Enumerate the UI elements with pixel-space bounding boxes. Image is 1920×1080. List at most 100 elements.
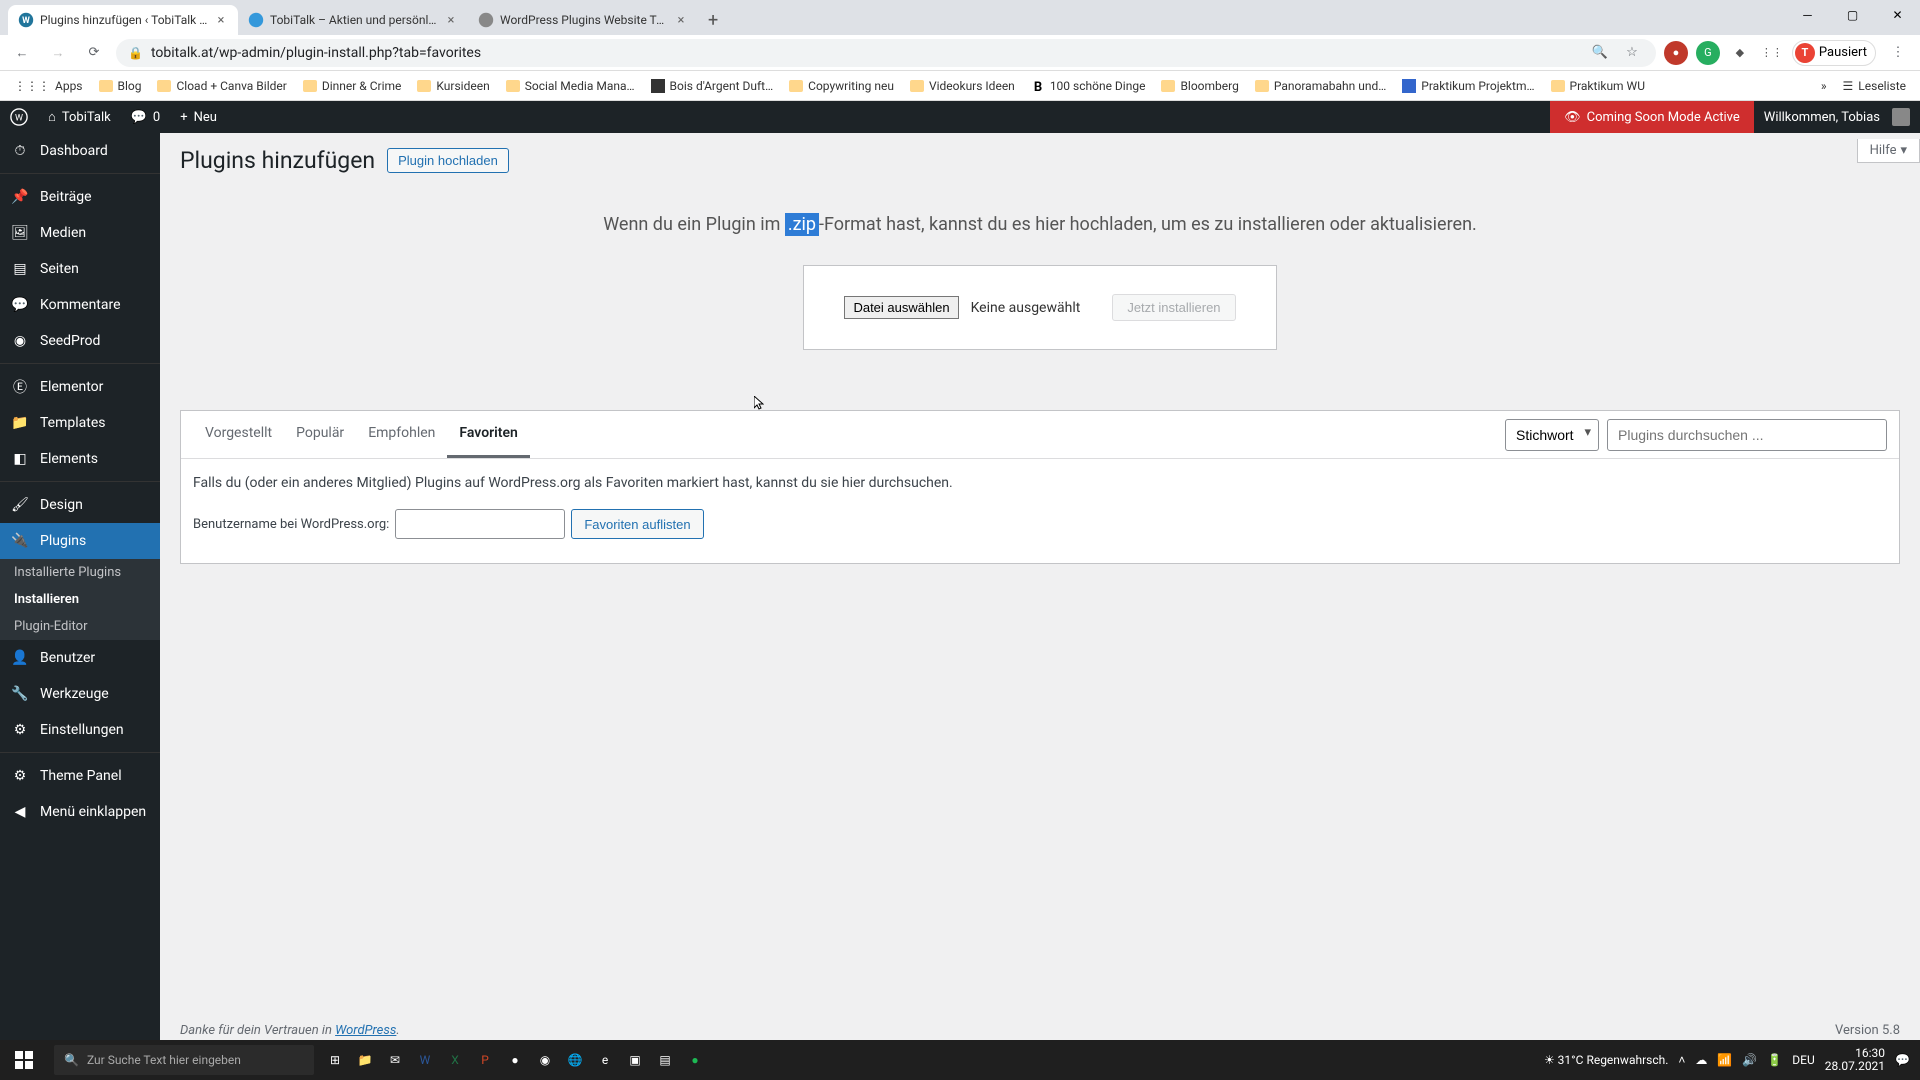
site-link[interactable]: ⌂TobiTalk [38,101,121,133]
address-bar[interactable]: 🔒 tobitalk.at/wp-admin/plugin-install.ph… [116,39,1656,67]
sidebar-item-users[interactable]: 👤Benutzer [0,640,160,676]
sidebar-item-elements[interactable]: ◧Elements [0,441,160,477]
sidebar-sub-installed[interactable]: Installierte Plugins [0,559,160,586]
sidebar-collapse-button[interactable]: ◀Menü einklappen [0,794,160,830]
menu-button[interactable]: ⋮ [1884,39,1912,67]
install-now-button[interactable]: Jetzt installieren [1112,294,1235,321]
new-tab-button[interactable]: + [698,6,728,35]
reading-list-button[interactable]: ☰Leseliste [1837,75,1912,97]
sidebar-item-plugins[interactable]: 🔌Plugins [0,523,160,559]
help-tab[interactable]: Hilfe▾ [1857,139,1920,163]
wordpress-link[interactable]: WordPress [335,1023,396,1038]
maximize-button[interactable]: ▢ [1830,0,1875,30]
sidebar-item-theme-panel[interactable]: ⚙Theme Panel [0,758,160,794]
bookmark-overflow[interactable]: » [1815,75,1833,97]
sidebar-item-posts[interactable]: 📌Beiträge [0,179,160,215]
choose-file-button[interactable]: Datei auswählen [844,296,958,319]
explorer-icon[interactable]: 📁 [350,1045,380,1075]
sidebar-item-dashboard[interactable]: ⏱Dashboard [0,133,160,169]
battery-icon[interactable]: 🔋 [1767,1053,1782,1067]
forward-button[interactable]: → [44,39,72,67]
extension-icon[interactable]: ◆ [1728,41,1752,65]
back-button[interactable]: ← [8,39,36,67]
tab-recommended[interactable]: Empfohlen [356,411,447,458]
browser-tab-0[interactable]: W Plugins hinzufügen ‹ TobiTalk — × [8,5,238,35]
edge-icon[interactable]: e [590,1045,620,1075]
task-view-button[interactable]: ⊞ [320,1045,350,1075]
bookmark-item[interactable]: Social Media Mana… [500,75,641,97]
word-icon[interactable]: W [410,1045,440,1075]
bookmark-item[interactable]: Bois d'Argent Duft… [645,75,780,97]
sidebar-sub-install[interactable]: Installieren [0,586,160,613]
bookmark-item[interactable]: Bloomberg [1155,75,1244,97]
new-content-button[interactable]: +Neu [170,101,227,133]
app-icon[interactable]: ▤ [650,1045,680,1075]
sidebar-sub-editor[interactable]: Plugin-Editor [0,613,160,640]
search-type-select[interactable]: Stichwort [1505,419,1599,451]
username-input[interactable] [395,509,565,539]
app-icon[interactable]: ▣ [620,1045,650,1075]
app-icon[interactable]: ● [500,1045,530,1075]
sidebar-item-media[interactable]: 🖼Medien [0,215,160,251]
bookmark-item[interactable]: Copywriting neu [783,75,900,97]
apps-button[interactable]: ⋮⋮⋮Apps [8,75,89,97]
powerpoint-icon[interactable]: P [470,1045,500,1075]
sidebar-item-tools[interactable]: 🔧Werkzeuge [0,676,160,712]
weather-widget[interactable]: ☀ 31°C Regenwahrsch. [1544,1053,1668,1067]
plugin-search-input[interactable] [1607,419,1887,451]
wifi-icon[interactable]: 📶 [1717,1053,1732,1067]
bookmark-item[interactable]: Videokurs Ideen [904,75,1021,97]
sidebar-item-settings[interactable]: ⚙Einstellungen [0,712,160,748]
close-icon[interactable]: × [214,13,228,27]
sidebar-item-seedprod[interactable]: ◉SeedProd [0,323,160,359]
extensions-button[interactable]: ⋮⋮ [1760,41,1784,65]
tab-featured[interactable]: Vorgestellt [193,411,284,458]
chrome-icon[interactable]: 🌐 [560,1045,590,1075]
bookmark-item[interactable]: Cload + Canva Bilder [151,75,292,97]
star-icon[interactable]: ☆ [1620,41,1644,65]
coming-soon-badge[interactable]: 👁Coming Soon Mode Active [1550,101,1754,133]
minimize-button[interactable]: ─ [1785,0,1830,30]
sidebar-item-templates[interactable]: 📁Templates [0,405,160,441]
sidebar-item-elementor[interactable]: ⒺElementor [0,369,160,405]
tab-popular[interactable]: Populär [284,411,356,458]
sidebar-item-pages[interactable]: ▤Seiten [0,251,160,287]
comments-link[interactable]: 💬0 [121,101,171,133]
onedrive-icon[interactable]: ☁ [1695,1053,1707,1067]
upload-plugin-button[interactable]: Plugin hochladen [387,148,509,173]
tab-favorites[interactable]: Favoriten [447,411,529,458]
bookmark-item[interactable]: Blog [93,75,148,97]
extension-icon[interactable]: G [1696,41,1720,65]
list-favorites-button[interactable]: Favoriten auflisten [571,509,703,539]
excel-icon[interactable]: X [440,1045,470,1075]
user-account-link[interactable]: Willkommen, Tobias [1754,101,1920,133]
zoom-icon[interactable]: 🔍 [1588,41,1612,65]
bookmark-item[interactable]: B100 schöne Dinge [1025,75,1152,97]
browser-tab-1[interactable]: TobiTalk – Aktien und persönlich × [238,5,468,35]
sidebar-item-comments[interactable]: 💬Kommentare [0,287,160,323]
close-icon[interactable]: × [674,13,688,27]
close-window-button[interactable]: ✕ [1875,0,1920,30]
reload-button[interactable]: ⟳ [80,39,108,67]
profile-chip[interactable]: T Pausiert [1792,40,1876,66]
bookmark-item[interactable]: Praktikum Projektm… [1396,75,1540,97]
obs-icon[interactable]: ◉ [530,1045,560,1075]
browser-tab-2[interactable]: WordPress Plugins Website Tem × [468,5,698,35]
start-button[interactable] [0,1040,48,1080]
taskbar-clock[interactable]: 16:30 28.07.2021 [1825,1047,1885,1073]
taskbar-search[interactable]: 🔍Zur Suche Text hier eingeben [54,1045,314,1075]
extension-icon[interactable]: ● [1664,41,1688,65]
bookmark-item[interactable]: Panoramabahn und… [1249,75,1392,97]
volume-icon[interactable]: 🔊 [1742,1053,1757,1067]
close-icon[interactable]: × [444,13,458,27]
tray-chevron-icon[interactable]: ˄ [1678,1053,1685,1067]
bookmark-item[interactable]: Praktikum WU [1545,75,1651,97]
sidebar-item-design[interactable]: 🖌Design [0,487,160,523]
notifications-icon[interactable]: 💬 [1895,1053,1910,1067]
spotify-icon[interactable]: ● [680,1045,710,1075]
bookmark-item[interactable]: Dinner & Crime [297,75,408,97]
mail-icon[interactable]: ✉ [380,1045,410,1075]
wp-logo-button[interactable]: W [0,101,38,133]
bookmark-item[interactable]: Kursideen [411,75,495,97]
language-indicator[interactable]: DEU [1792,1053,1814,1067]
